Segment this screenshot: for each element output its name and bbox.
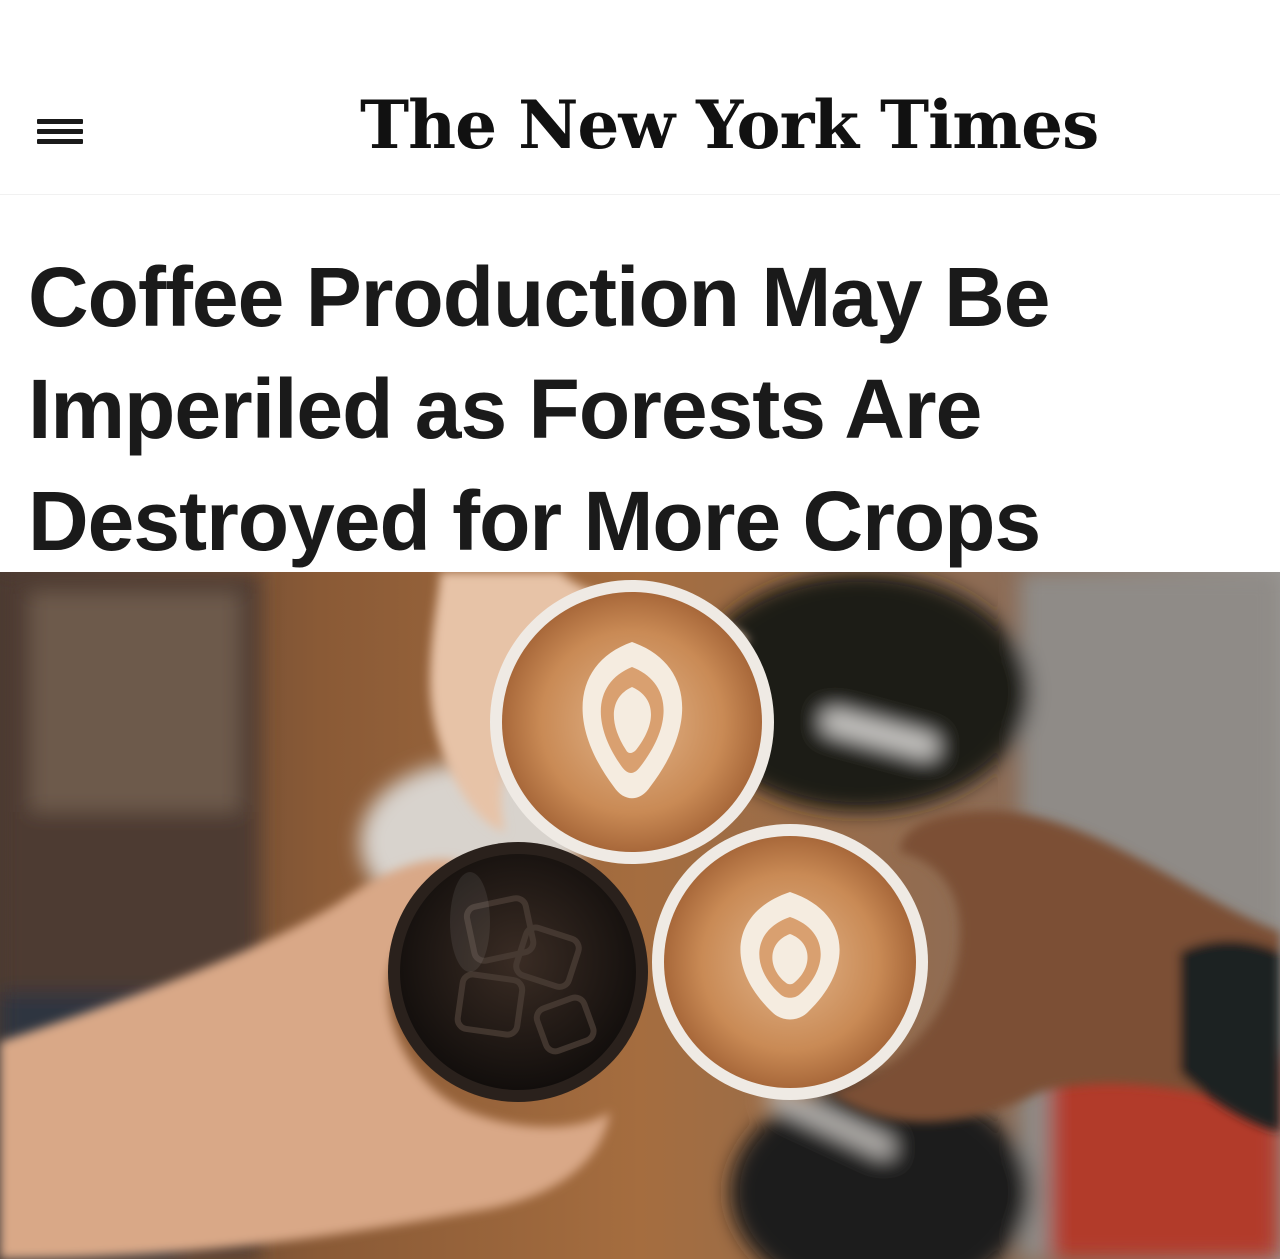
hero-image[interactable] xyxy=(0,572,1280,1259)
masthead: The New York Times xyxy=(0,0,1280,195)
hamburger-menu-icon xyxy=(37,118,83,124)
hamburger-menu-icon-bar-2 xyxy=(37,128,83,134)
headline-line-1: Coffee Production May Be xyxy=(28,250,1050,344)
nyt-logo[interactable]: The New York Times xyxy=(360,80,1099,170)
iced-coffee-cup xyxy=(388,842,648,1102)
latte-cup-top xyxy=(490,580,774,864)
menu-button[interactable] xyxy=(28,105,92,157)
headline-line-2: Imperiled as Forests Are xyxy=(28,362,982,456)
article-headline: Coffee Production May Be Imperiled as Fo… xyxy=(28,241,1258,577)
headline-line-3: Destroyed for More Crops xyxy=(28,474,1041,568)
article-header: Coffee Production May Be Imperiled as Fo… xyxy=(0,195,1280,572)
hamburger-menu-icon-bar-3 xyxy=(37,138,83,144)
latte-cup-right xyxy=(652,824,928,1100)
coffee-toast-illustration xyxy=(0,572,1280,1259)
